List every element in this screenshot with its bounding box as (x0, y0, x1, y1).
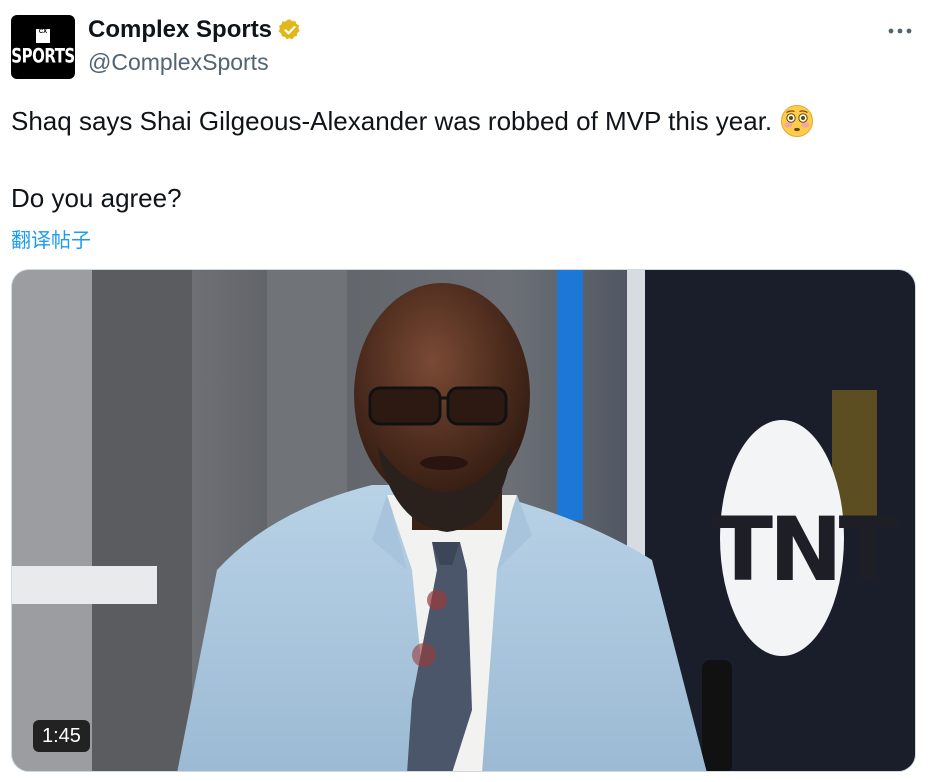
avatar[interactable]: CX SPORTS (11, 15, 75, 79)
account-handle[interactable]: @ComplexSports (88, 49, 269, 76)
video-player[interactable]: TNT 1:45 (11, 269, 916, 772)
tweet-text: Shaq says Shai Gilgeous-Alexander was ro… (11, 103, 814, 216)
name-row: Complex Sports (88, 16, 302, 44)
display-name[interactable]: Complex Sports (88, 16, 272, 44)
verified-badge-icon (278, 19, 300, 40)
more-icon[interactable] (886, 20, 914, 42)
video-duration-badge: 1:45 (33, 720, 90, 752)
flushed-face-emoji-icon (781, 105, 814, 137)
avatar-logo-mark: CX (36, 29, 50, 43)
video-thumbnail: TNT (12, 270, 915, 771)
tweet-text-line-1: Shaq says Shai Gilgeous-Alexander was ro… (11, 106, 773, 136)
translate-post-link[interactable]: 翻译帖子 (11, 224, 91, 253)
avatar-logo-text: SPORTS (11, 44, 75, 68)
tnt-logo-text: TNT (713, 498, 899, 601)
tweet-text-line-2: Do you agree? (11, 183, 182, 213)
